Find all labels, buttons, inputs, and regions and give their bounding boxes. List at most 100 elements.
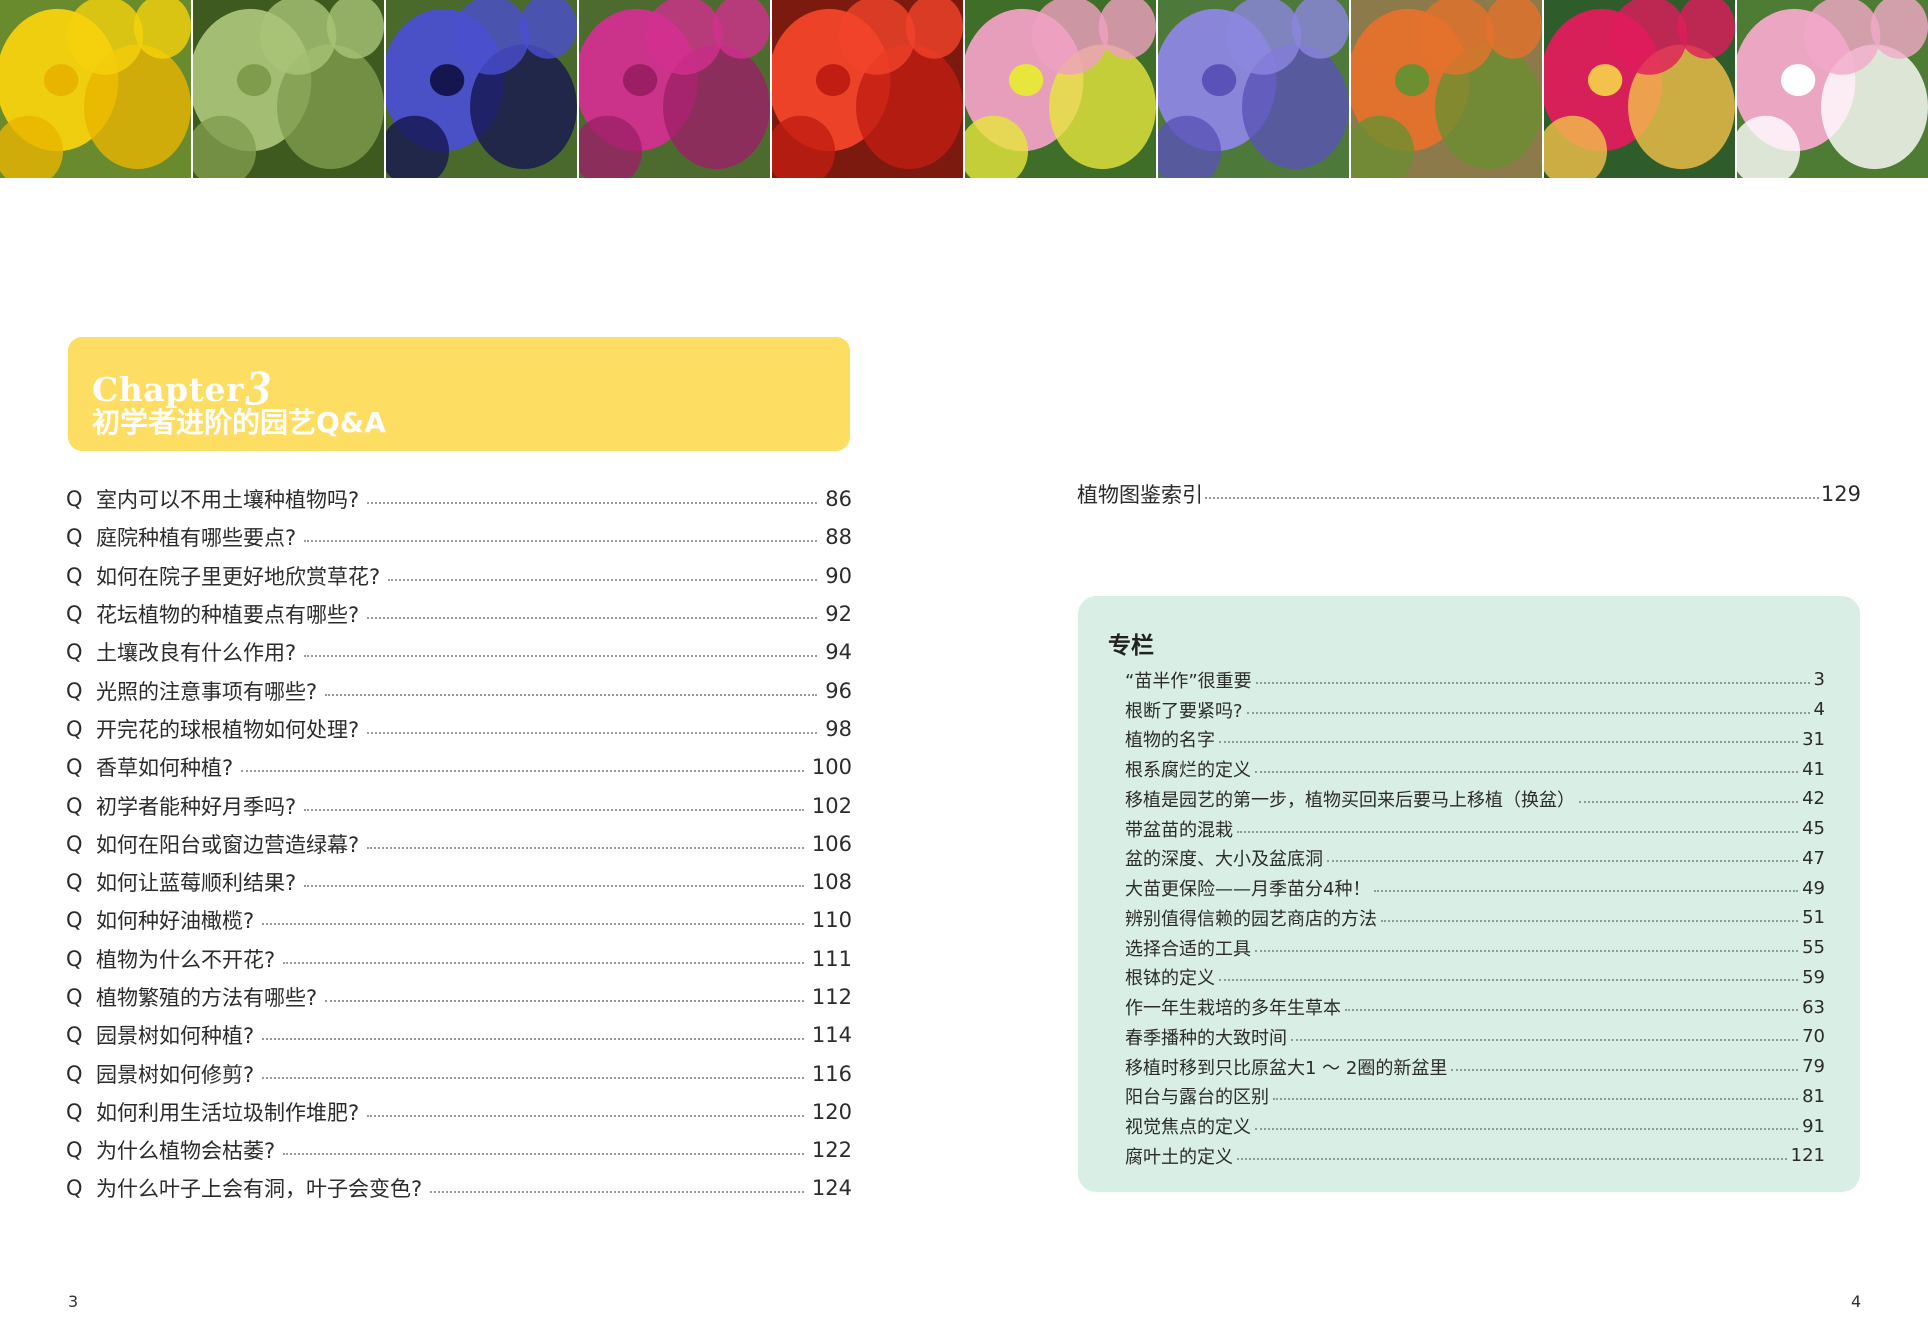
- toc-entry-page: 114: [811, 1023, 852, 1048]
- column-entry-page: 42: [1802, 788, 1825, 810]
- daisy-photo: [965, 0, 1158, 178]
- dot-leader: [367, 731, 818, 734]
- index-entry[interactable]: 植物图鉴索引 129: [1077, 478, 1861, 510]
- toc-row[interactable]: Q 植物繁殖的方法有哪些? 112: [66, 978, 852, 1016]
- question-marker: Q: [66, 678, 83, 703]
- toc-entry-text: 植物繁殖的方法有哪些?: [96, 986, 318, 1010]
- toc-row[interactable]: Q 如何在阳台或窗边营造绿幕? 106: [66, 825, 852, 863]
- flower-photo-strip: [0, 0, 1928, 178]
- toc-entry-text: 园景树如何种植?: [96, 1024, 255, 1049]
- chapter-toc-list: Q 室内可以不用土壤种植物吗? 86 Q 庭院种植有哪些要点? 88 Q 如何在院子里更好地欣…: [66, 480, 852, 1208]
- dot-leader: [283, 1153, 804, 1156]
- column-row[interactable]: 腐叶土的定义 121: [1125, 1141, 1825, 1171]
- column-entry-page: 47: [1802, 847, 1825, 869]
- dot-leader: [1219, 979, 1799, 982]
- toc-entry-page: 106: [811, 831, 852, 856]
- column-row[interactable]: 大苗更保险——月季苗分4种！ 49: [1125, 873, 1825, 903]
- dot-leader: [1255, 1128, 1799, 1131]
- column-entry-page: 91: [1802, 1115, 1825, 1137]
- question-marker: Q: [66, 716, 83, 741]
- toc-row[interactable]: Q 光照的注意事项有哪些? 96: [66, 671, 852, 709]
- toc-entry-text: 如何让蓝莓顺利结果?: [96, 871, 297, 896]
- column-panel: 专栏 “苗半作”很重要 3 根断了要紧吗? 4 植物的名字 31 根系腐烂的定义 41 移植是园…: [1078, 596, 1860, 1192]
- chapter-title: 初学者进阶的园艺Q&A: [92, 406, 386, 439]
- toc-entry-page: 88: [825, 525, 852, 550]
- column-row[interactable]: 根断了要紧吗? 4: [1125, 695, 1825, 725]
- toc-row[interactable]: Q 庭院种植有哪些要点? 88: [66, 518, 852, 556]
- question-marker: Q: [66, 487, 83, 512]
- column-row[interactable]: 植物的名字 31: [1125, 725, 1825, 755]
- toc-row[interactable]: Q 如何让蓝莓顺利结果? 108: [66, 863, 852, 901]
- column-row[interactable]: 移植时移到只比原盆大1 ～ 2圈的新盆里 79: [1125, 1052, 1825, 1082]
- dot-leader: [367, 1114, 804, 1117]
- dot-leader: [304, 885, 804, 888]
- book-spread: Chapter3 初学者进阶的园艺Q&A Q 室内可以不用土壤种植物吗? 86 Q 庭院…: [0, 0, 1928, 1321]
- dot-leader: [367, 617, 818, 620]
- column-entry-text: 腐叶土的定义: [1125, 1146, 1233, 1168]
- toc-row[interactable]: Q 园景树如何修剪? 116: [66, 1054, 852, 1092]
- toc-row[interactable]: Q 花坛植物的种植要点有哪些? 92: [66, 595, 852, 633]
- dot-leader: [304, 808, 804, 811]
- column-entry-text: 阳台与露台的区别: [1125, 1087, 1269, 1109]
- column-list: “苗半作”很重要 3 根断了要紧吗? 4 植物的名字 31 根系腐烂的定义 41 移植是园艺的第…: [1125, 665, 1825, 1171]
- question-marker: Q: [66, 870, 83, 895]
- toc-entry-page: 86: [825, 487, 852, 512]
- column-row[interactable]: 视觉焦点的定义 91: [1125, 1111, 1825, 1141]
- toc-row[interactable]: Q 为什么植物会枯萎? 122: [66, 1131, 852, 1169]
- column-row[interactable]: 辨别值得信赖的园艺商店的方法 51: [1125, 903, 1825, 933]
- question-marker: Q: [66, 1138, 83, 1163]
- column-entry-text: 根断了要紧吗?: [1125, 700, 1243, 722]
- dot-leader: [262, 923, 804, 926]
- column-entry-page: 59: [1802, 966, 1825, 988]
- question-marker: Q: [66, 1023, 83, 1048]
- toc-row[interactable]: Q 香草如何种植? 100: [66, 748, 852, 786]
- column-row[interactable]: 盆的深度、大小及盆底洞 47: [1125, 844, 1825, 874]
- toc-row[interactable]: Q 如何在院子里更好地欣赏草花? 90: [66, 557, 852, 595]
- column-row[interactable]: 根系腐烂的定义 41: [1125, 754, 1825, 784]
- column-entry-text: 春季播种的大致时间: [1125, 1027, 1287, 1049]
- toc-row[interactable]: Q 如何种好油橄榄? 110: [66, 901, 852, 939]
- dot-leader: [1345, 1009, 1799, 1012]
- dot-leader: [1205, 497, 1819, 499]
- toc-entry-text: 植物为什么不开花?: [96, 947, 276, 972]
- question-marker: Q: [66, 640, 83, 665]
- column-row[interactable]: 作一年生栽培的多年生草本 63: [1125, 992, 1825, 1022]
- column-entry-text: 植物的名字: [1125, 730, 1215, 752]
- dot-leader: [1327, 860, 1799, 863]
- anemone-photo: [386, 0, 579, 178]
- column-entry-text: 作一年生栽培的多年生草本: [1125, 998, 1341, 1020]
- toc-row[interactable]: Q 室内可以不用土壤种植物吗? 86: [66, 480, 852, 518]
- column-row[interactable]: 阳台与露台的区别 81: [1125, 1082, 1825, 1112]
- toc-row[interactable]: Q 开完花的球根植物如何处理? 98: [66, 710, 852, 748]
- toc-row[interactable]: Q 土壤改良有什么作用? 94: [66, 633, 852, 671]
- question-marker: Q: [66, 1099, 83, 1124]
- dot-leader: [304, 655, 818, 658]
- column-row[interactable]: 选择合适的工具 55: [1125, 933, 1825, 963]
- column-entry-text: “苗半作”很重要: [1125, 670, 1252, 692]
- toc-row[interactable]: Q 如何利用生活垃圾制作堆肥? 120: [66, 1093, 852, 1131]
- index-entry-text: 植物图鉴索引: [1077, 483, 1203, 507]
- column-row[interactable]: 带盆苗的混栽 45: [1125, 814, 1825, 844]
- question-marker: Q: [66, 755, 83, 780]
- dot-leader: [262, 1076, 804, 1079]
- amaryllis-photo: [772, 0, 965, 178]
- column-entry-text: 选择合适的工具: [1125, 938, 1251, 960]
- column-row[interactable]: 根钵的定义 59: [1125, 963, 1825, 993]
- column-entry-page: 45: [1802, 818, 1825, 840]
- column-row[interactable]: “苗半作”很重要 3: [1125, 665, 1825, 695]
- column-row[interactable]: 春季播种的大致时间 70: [1125, 1022, 1825, 1052]
- toc-row[interactable]: Q 为什么叶子上会有洞，叶子会变色? 124: [66, 1169, 852, 1207]
- toc-entry-page: 110: [811, 908, 852, 933]
- column-entry-page: 63: [1802, 996, 1825, 1018]
- right-page-number: 4: [1851, 1292, 1862, 1311]
- dot-leader: [1237, 830, 1799, 833]
- toc-entry-text: 为什么植物会枯萎?: [96, 1139, 276, 1164]
- toc-row[interactable]: Q 初学者能种好月季吗? 102: [66, 786, 852, 824]
- dot-leader: [430, 1191, 804, 1194]
- column-row[interactable]: 移植是园艺的第一步，植物买回来后要马上移植（换盆） 42: [1125, 784, 1825, 814]
- question-marker: Q: [66, 563, 83, 588]
- toc-entry-page: 108: [811, 870, 852, 895]
- toc-entry-text: 土壤改良有什么作用?: [96, 641, 297, 666]
- toc-row[interactable]: Q 植物为什么不开花? 111: [66, 940, 852, 978]
- toc-row[interactable]: Q 园景树如何种植? 114: [66, 1016, 852, 1054]
